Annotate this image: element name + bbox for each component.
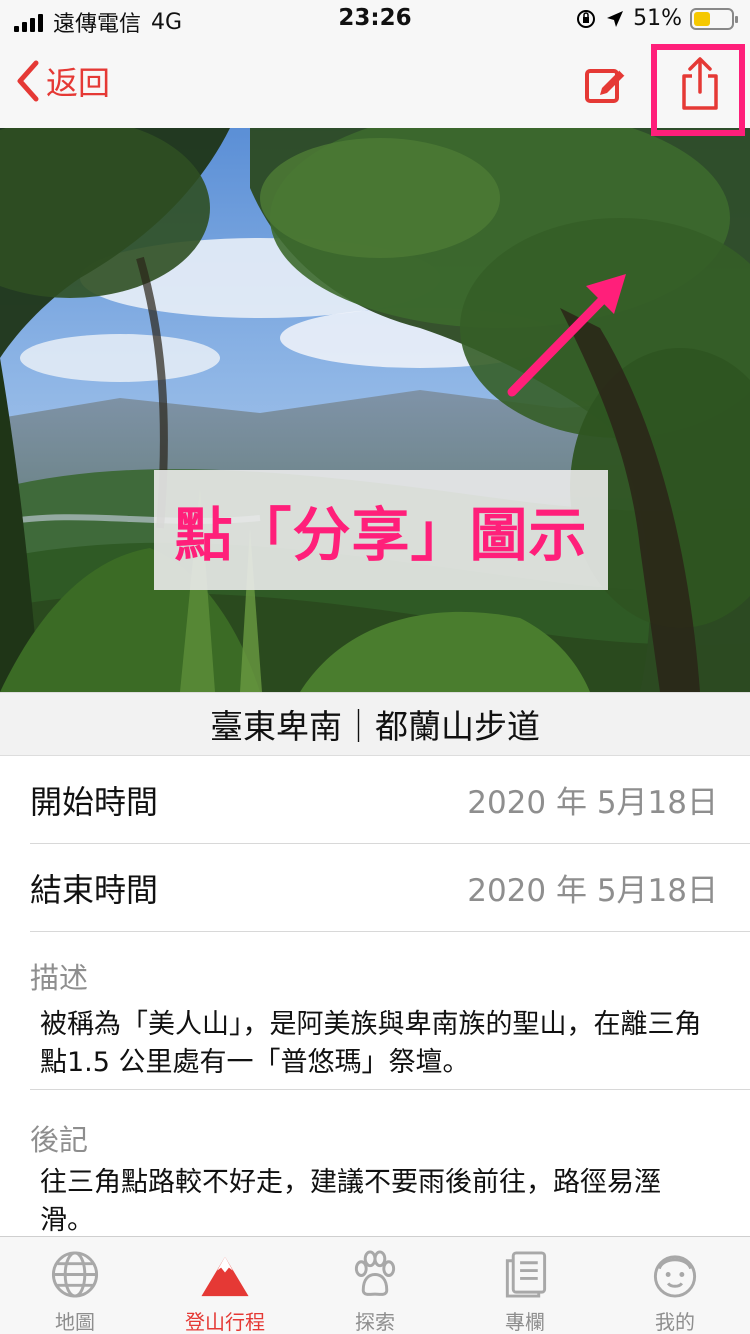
tab-profile[interactable]: 我的 bbox=[600, 1237, 750, 1334]
end-time-row[interactable]: 結束時間 2020 年 5月18日 bbox=[30, 844, 750, 932]
start-time-label: 開始時間 bbox=[30, 782, 159, 821]
callout-text: 點「分享」圖示 bbox=[174, 501, 588, 569]
tab-label: 登山行程 bbox=[185, 1310, 265, 1334]
description-text: 被稱為「美人山」，是阿美族與卑南族的聖山，在離三角點1.5 公里處有一「普悠瑪」… bbox=[40, 1009, 702, 1078]
globe-icon bbox=[51, 1251, 99, 1298]
tab-label: 專欄 bbox=[505, 1310, 545, 1334]
start-time-row[interactable]: 開始時間 2020 年 5月18日 bbox=[30, 756, 750, 844]
trail-photo: 點「分享」圖示 bbox=[0, 128, 750, 692]
tab-map[interactable]: 地圖 bbox=[0, 1237, 150, 1334]
paw-icon bbox=[354, 1250, 396, 1296]
notes-label: 後記 bbox=[30, 1123, 89, 1157]
end-time-value: 2020 年 5月18日 bbox=[467, 873, 718, 909]
chevron-left-icon bbox=[17, 60, 39, 102]
start-time-value: 2020 年 5月18日 bbox=[467, 785, 718, 821]
tab-hiking-trips[interactable]: 登山行程 bbox=[150, 1237, 300, 1334]
callout-banner: 點「分享」圖示 bbox=[154, 470, 608, 590]
end-time-label: 結束時間 bbox=[30, 870, 159, 909]
mountain-icon bbox=[201, 1256, 249, 1297]
divider bbox=[30, 1089, 750, 1090]
status-bar: 遠傳電信 4G 23:26 51% bbox=[0, 0, 750, 40]
orientation-lock-icon bbox=[577, 9, 596, 28]
battery-percent: 51% bbox=[633, 6, 682, 31]
back-label: 返回 bbox=[46, 64, 111, 102]
edit-icon[interactable] bbox=[582, 62, 628, 108]
navigation-bar: 返回 bbox=[0, 40, 750, 128]
battery-fill bbox=[694, 11, 711, 26]
face-icon bbox=[653, 1255, 697, 1298]
tab-label: 地圖 bbox=[55, 1310, 95, 1334]
back-button[interactable]: 返回 bbox=[14, 58, 110, 104]
arrow-icon bbox=[507, 274, 626, 397]
tab-label: 探索 bbox=[355, 1310, 395, 1334]
mountain-landscape-photo bbox=[0, 128, 750, 692]
location-arrow-icon bbox=[607, 10, 624, 27]
status-right: 51% bbox=[575, 6, 738, 31]
tab-bar: 地圖 登山行程 探索 專欄 我的 bbox=[0, 1236, 750, 1334]
notes-text: 往三角點路較不好走，建議不要雨後前往，路徑易溼滑。 bbox=[40, 1167, 661, 1236]
share-highlight-box bbox=[651, 44, 745, 136]
battery-icon bbox=[690, 7, 738, 30]
trail-title: 臺東卑南｜都蘭山步道 bbox=[0, 692, 750, 756]
description-label: 描述 bbox=[30, 961, 89, 995]
tab-label: 我的 bbox=[655, 1310, 695, 1334]
articles-icon bbox=[505, 1251, 547, 1298]
tab-columns[interactable]: 專欄 bbox=[450, 1237, 600, 1334]
tab-explore[interactable]: 探索 bbox=[300, 1237, 450, 1334]
